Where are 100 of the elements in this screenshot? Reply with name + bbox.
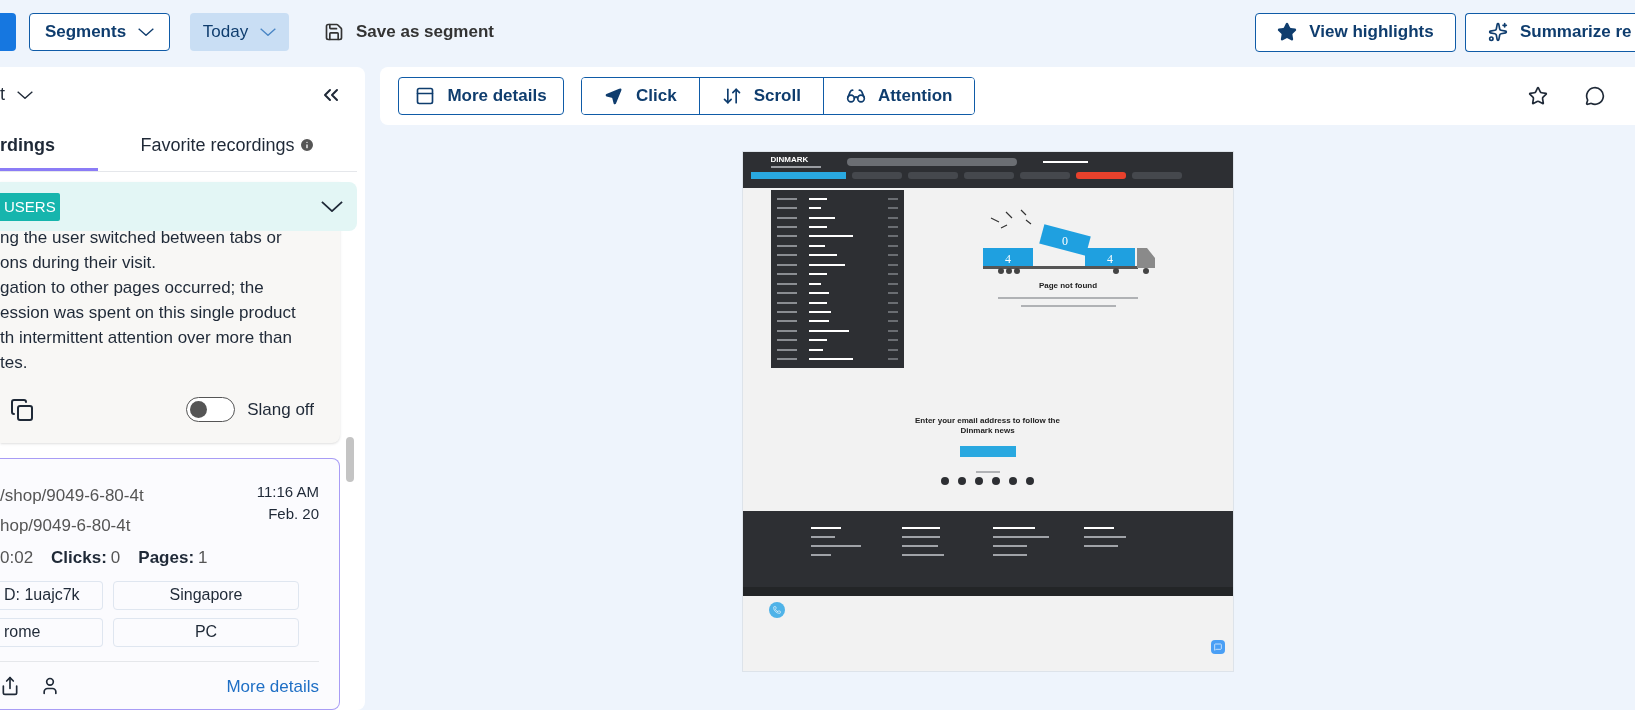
text-line [1083, 536, 1126, 538]
text-line [808, 282, 821, 285]
highlights-button[interactable]: View highlights [1255, 12, 1456, 52]
pages-label: Pages: [138, 547, 195, 569]
text-line [808, 358, 853, 361]
mode-button[interactable]: Attention [822, 78, 975, 114]
text-line [992, 536, 1049, 538]
segment-badge: USERS [0, 192, 60, 221]
slang-toggle[interactable] [186, 397, 236, 423]
summary-line: th intermittent attention over more than [0, 327, 293, 349]
segments-dropdown[interactable]: Segments [29, 13, 170, 51]
text-line [808, 292, 829, 295]
clicks-value: 0 [110, 547, 121, 569]
chat-icon [1213, 643, 1222, 651]
text-line [810, 527, 841, 529]
text-line [776, 320, 797, 323]
newsletter-heading: Enter your email address to follow the Dinmark news [914, 416, 1061, 436]
chat-icon[interactable] [1585, 86, 1605, 106]
summarize-button[interactable]: Summarize re [1465, 12, 1635, 52]
summary-line: ons during their visit. [0, 252, 157, 274]
text-line [776, 310, 797, 313]
text-line [901, 545, 938, 547]
text-line [776, 235, 797, 238]
chevron-icon [138, 28, 155, 36]
text-line [808, 320, 829, 323]
duration-value: 0:02 [0, 547, 34, 569]
text-line [810, 554, 831, 556]
text-line [992, 527, 1035, 529]
more-details-link[interactable]: More details [226, 673, 319, 699]
text-line [776, 244, 797, 247]
info-chip: PC [113, 617, 299, 647]
chevron-icon [321, 201, 343, 212]
text-line [808, 207, 821, 210]
summary-line: tes. [0, 352, 29, 374]
text-line [776, 329, 797, 332]
text-line [808, 226, 827, 229]
text-line [808, 216, 835, 219]
pages-value: 1 [198, 547, 208, 569]
text-line [808, 348, 823, 351]
text-line [776, 254, 797, 257]
text-line [901, 527, 940, 529]
site-nav-item[interactable] [1075, 172, 1126, 179]
scrollbar-thumb[interactable] [346, 437, 354, 482]
text-line [776, 273, 797, 276]
text-line [992, 545, 1027, 547]
text-line [770, 166, 821, 168]
text-line [776, 339, 797, 342]
social-icon[interactable] [941, 477, 949, 485]
info-chip: Singapore [113, 580, 299, 610]
phone-icon [772, 606, 781, 614]
text-line [776, 263, 797, 266]
save-icon [324, 22, 344, 42]
text-line [776, 216, 797, 219]
recordings-tab[interactable]: rdings [0, 131, 55, 159]
glasses-icon [845, 86, 866, 106]
text-line [1042, 161, 1088, 163]
text-line [992, 554, 1027, 556]
text-line [776, 207, 797, 210]
text-line [808, 235, 853, 238]
text-line [901, 554, 944, 556]
text-line [808, 197, 827, 200]
pointer-icon [604, 86, 624, 106]
text-line [975, 471, 1000, 473]
info-chip: D: 1uajc7k [0, 580, 103, 610]
social-icon[interactable] [958, 477, 966, 485]
chevron-icon [17, 90, 33, 99]
save-segment-button[interactable]: Save as segment [324, 19, 494, 45]
share-icon[interactable] [0, 676, 20, 697]
filter-label[interactable]: t [0, 81, 5, 108]
text-line [808, 273, 827, 276]
more-details-button[interactable]: More details [398, 77, 564, 115]
star-icon[interactable] [1528, 86, 1548, 106]
recording-card[interactable]: /shop/9049-6-80-4t hop/9049-6-80-4t 11:16 AM Feb. 20 0:02 Clicks: 0 Pages: 1 D: 1uajc7k Singapore rome PC More details [0, 458, 340, 710]
site-logo: DINMARK [770, 156, 810, 164]
summary-line: ession was spent on this single product [0, 302, 297, 324]
recording-time: 11:16 AM [256, 482, 319, 502]
text-line [808, 301, 827, 304]
panel-icon [415, 86, 436, 106]
user-icon[interactable] [40, 676, 60, 697]
text-line [776, 197, 797, 200]
recordings-tab[interactable]: Favorite recordings [140, 131, 295, 159]
truck-drawing: 4 0 4 [980, 208, 1156, 276]
social-icon[interactable] [992, 477, 1000, 485]
error-title: Page not found [1038, 280, 1098, 292]
copy-icon[interactable] [10, 397, 34, 422]
text-line [808, 244, 825, 247]
sparkle-icon [1488, 22, 1508, 42]
arrows-icon [721, 86, 742, 106]
social-icon[interactable] [1009, 477, 1017, 485]
slang-label: Slang off [247, 399, 314, 421]
text-line [776, 301, 797, 304]
social-icon[interactable] [975, 477, 983, 485]
date-dropdown[interactable]: Today [190, 13, 289, 51]
social-icon[interactable] [1026, 477, 1034, 485]
site-search-field[interactable] [846, 158, 1017, 166]
text-line [1083, 527, 1114, 529]
text-line [810, 545, 861, 547]
text-line [808, 310, 831, 313]
text-line [776, 292, 797, 295]
text-line [776, 282, 797, 285]
